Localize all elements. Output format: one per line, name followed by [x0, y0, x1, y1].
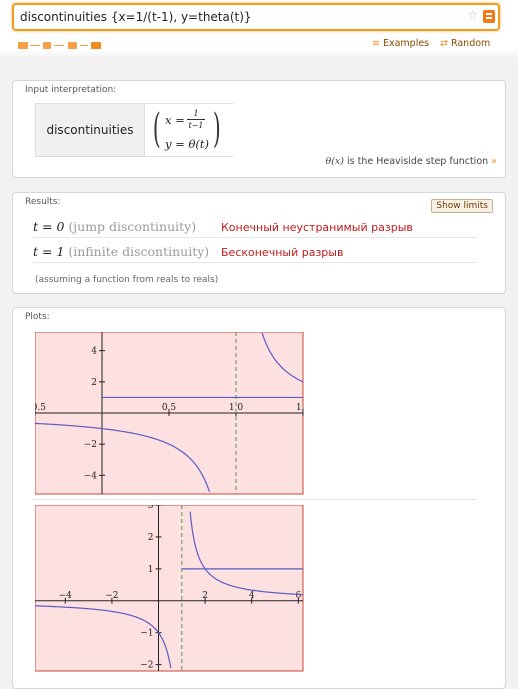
keyboard-icon[interactable]	[18, 42, 28, 49]
command-cell: discontinuities	[35, 103, 145, 157]
y-tick-label: −1	[140, 629, 153, 639]
pod-title: Input interpretation:	[25, 85, 117, 95]
star-icon[interactable]: ☆	[467, 8, 478, 22]
x-tick-label: −0.5	[35, 403, 46, 413]
result-translation: Бесконечный разрыв	[221, 246, 344, 259]
y-tick-label: 4	[91, 347, 97, 357]
result-row: t = 1 (infinite discontinuity) Бесконечн…	[33, 242, 477, 263]
y-tick-label: 2	[148, 533, 154, 543]
results-pod: Results: Show limits t = 0 (jump discont…	[12, 192, 506, 294]
x-equation: x =	[165, 113, 185, 127]
fraction: 1 t−1	[187, 109, 205, 130]
plot-1-canvas: −0.50.51.01.5−4−224	[24, 331, 310, 495]
plot-1: −0.50.51.01.5−4−224	[24, 331, 310, 500]
parameters-cell: ( x = 1 t−1 y = θ(t) )	[145, 103, 233, 157]
random-link[interactable]: ⇄ Random	[440, 38, 490, 49]
plots-pod: Plots: −0.50.51.01.5−4−224 −4−2246−2−112…	[12, 307, 506, 689]
show-limits-button[interactable]: Show limits	[431, 199, 493, 213]
examples-grid-icon[interactable]	[68, 42, 77, 49]
shuffle-icon: ⇄	[440, 38, 448, 49]
x-tick-label: −4	[59, 591, 73, 601]
pod-title: Plots:	[25, 312, 50, 322]
y-tick-label: −2	[84, 440, 97, 450]
search-box[interactable]: ☆	[12, 3, 500, 31]
y-tick-label: −2	[140, 661, 153, 671]
result-translation: Конечный неустранимый разрыв	[221, 221, 413, 234]
y-equation: y = θ(t)	[165, 137, 209, 151]
y-tick-label: 3	[148, 505, 154, 511]
result-math: t = 1 (infinite discontinuity)	[33, 244, 210, 259]
result-math: t = 0 (jump discontinuity)	[33, 219, 197, 234]
interpretation-table: discontinuities ( x = 1 t−1 y = θ(t) )	[35, 103, 233, 157]
y-tick-label: −4	[84, 471, 98, 481]
x-tick-label: 4	[249, 591, 255, 601]
x-tick-label: 0.5	[162, 403, 177, 413]
heaviside-note: θ(x) is the Heaviside step function »	[325, 156, 497, 167]
more-link[interactable]: »	[491, 156, 497, 167]
search-input[interactable]	[20, 8, 460, 26]
plot-2: −4 −2 2 4 6 −2 −1 1 2 3	[34, 501, 305, 677]
camera-icon[interactable]	[43, 42, 51, 49]
input-interpretation-pod: Input interpretation: discontinuities ( …	[12, 80, 506, 178]
plot-2-canvas: −4 −2 2 4 6 −2 −1 1 2 3	[34, 501, 304, 672]
y-tick-label: 2	[91, 378, 97, 388]
x-tick-label: 1.5	[296, 403, 305, 413]
result-row: t = 0 (jump discontinuity) Конечный неус…	[33, 217, 477, 238]
x-tick-label: −2	[105, 591, 118, 601]
plot-background	[34, 504, 304, 672]
list-icon: ≡	[372, 38, 380, 49]
random-dice-icon[interactable]	[91, 42, 101, 49]
y-tick-label: 1	[148, 565, 154, 575]
x-tick-label: 2	[202, 591, 208, 601]
assumption-note: (assuming a function from reals to reals…	[35, 275, 219, 285]
examples-link[interactable]: ≡ Examples	[372, 38, 429, 49]
pod-title: Results:	[25, 197, 61, 207]
x-tick-label: 6	[295, 591, 301, 601]
equal-sign-icon[interactable]	[483, 10, 495, 23]
top-bar: ☆ ≡Examples ⇄Random	[0, 0, 518, 58]
